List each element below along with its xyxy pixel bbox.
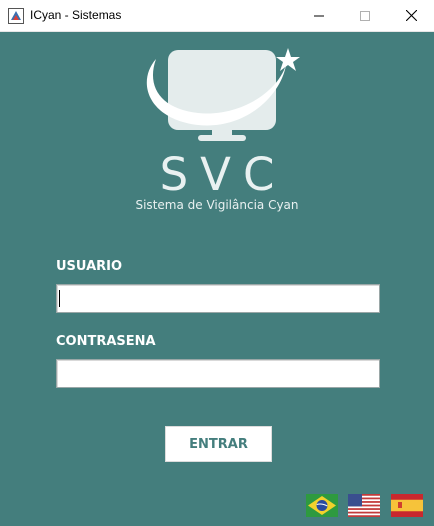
minimize-icon bbox=[314, 15, 324, 16]
username-label: USUARIO bbox=[56, 259, 123, 274]
password-label: CONTRASENA bbox=[56, 334, 156, 349]
login-button[interactable]: ENTRAR bbox=[165, 426, 272, 462]
usa-flag-icon[interactable] bbox=[348, 494, 380, 517]
title-bar[interactable]: ICyan - Sistemas bbox=[0, 0, 434, 32]
brand-name: SVC bbox=[159, 148, 287, 201]
brazil-flag-icon[interactable] bbox=[306, 494, 338, 517]
spain-flag-icon[interactable] bbox=[391, 494, 423, 517]
maximize-icon bbox=[360, 10, 370, 21]
monitor-star-icon bbox=[146, 48, 300, 141]
app-icon bbox=[8, 8, 24, 24]
password-input[interactable] bbox=[56, 359, 380, 388]
maximize-button[interactable] bbox=[342, 0, 388, 31]
brand-subtitle: Sistema de Vigilância Cyan bbox=[135, 198, 299, 212]
close-button[interactable] bbox=[388, 0, 434, 31]
login-window: ICyan - Sistemas SVC Sistema de Vigilânc… bbox=[0, 0, 434, 526]
close-icon bbox=[405, 10, 417, 21]
text-caret bbox=[59, 290, 60, 307]
username-input[interactable] bbox=[56, 284, 380, 313]
minimize-button[interactable] bbox=[296, 0, 342, 31]
window-title: ICyan - Sistemas bbox=[30, 8, 122, 22]
